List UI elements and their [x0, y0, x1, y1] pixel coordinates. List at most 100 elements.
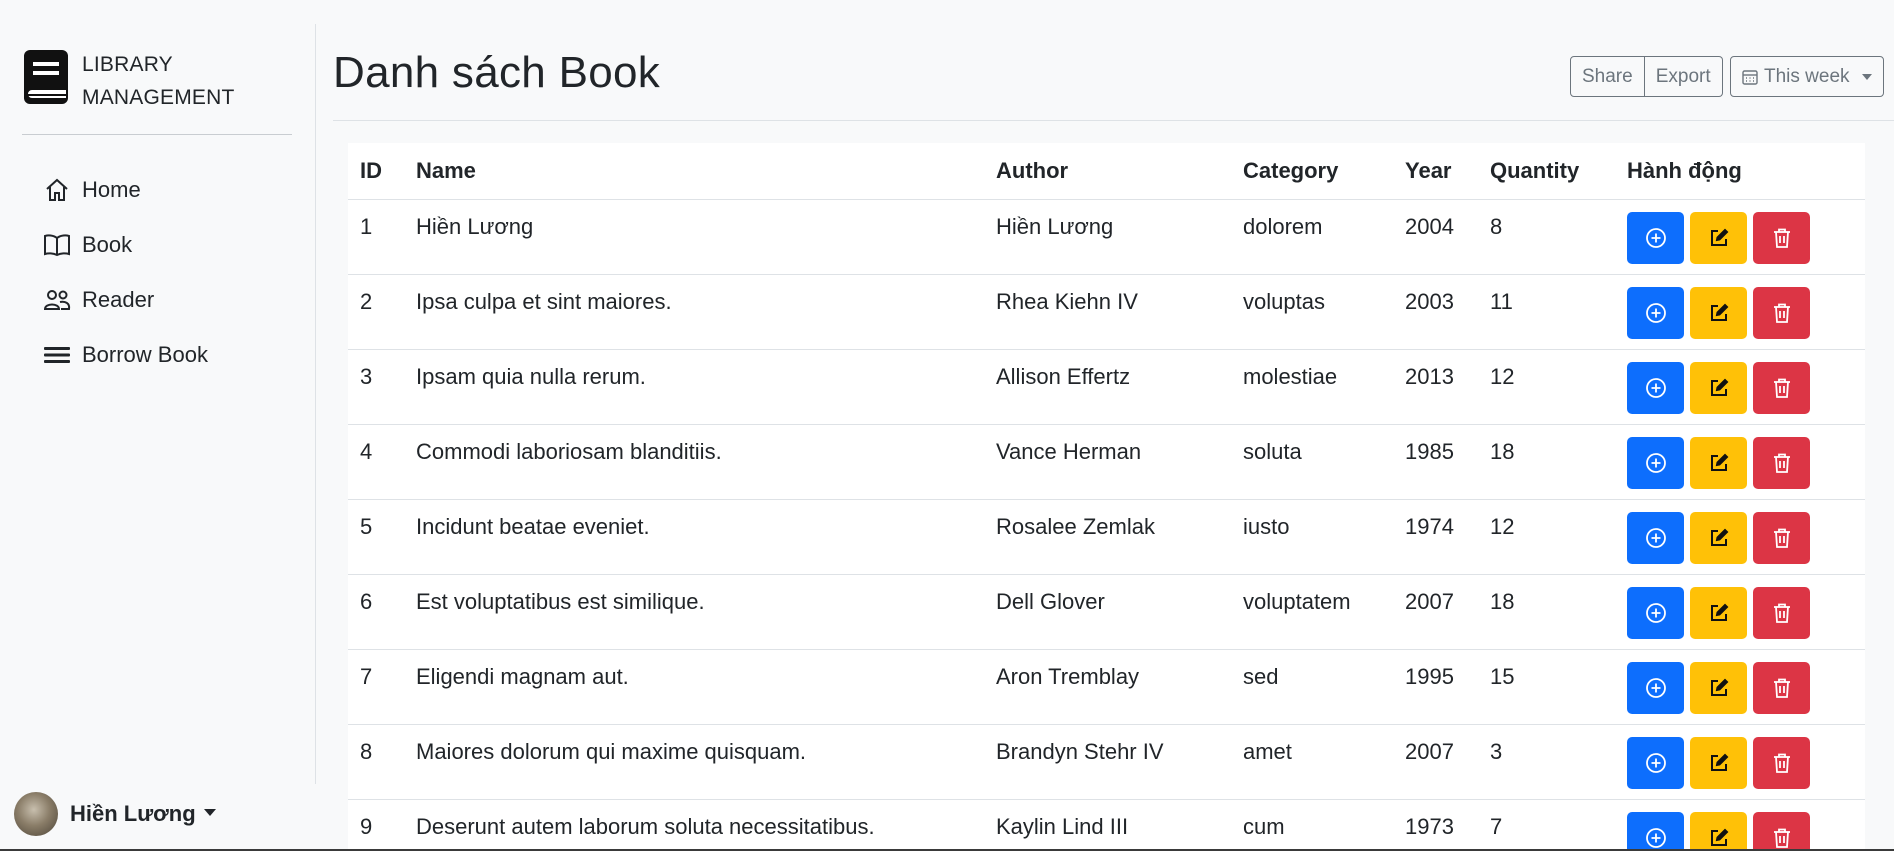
avatar	[14, 792, 58, 836]
delete-button[interactable]	[1753, 211, 1810, 264]
cell-actions	[1615, 574, 1865, 650]
sidebar-border	[315, 24, 316, 784]
period-label: This week	[1764, 65, 1850, 87]
cell-author: Aron Tremblay	[984, 649, 1231, 725]
trash-icon	[1773, 228, 1790, 248]
cell-year: 2007	[1393, 724, 1478, 800]
plus-circle-icon	[1645, 302, 1666, 323]
add-button[interactable]	[1627, 736, 1684, 789]
delete-button[interactable]	[1753, 661, 1810, 714]
header-actions: Hành động	[1615, 143, 1865, 200]
people-icon	[42, 286, 72, 314]
list-icon	[42, 341, 72, 369]
add-button[interactable]	[1627, 211, 1684, 264]
table-row: 8 Maiores dolorum qui maxime quisquam. B…	[348, 724, 1865, 800]
delete-button[interactable]	[1753, 286, 1810, 339]
edit-button[interactable]	[1690, 511, 1747, 564]
plus-circle-icon	[1645, 752, 1666, 773]
add-button[interactable]	[1627, 436, 1684, 489]
table-row: 4 Commodi laboriosam blanditiis. Vance H…	[348, 424, 1865, 500]
cell-name: Commodi laboriosam blanditiis.	[404, 424, 984, 500]
edit-button[interactable]	[1690, 661, 1747, 714]
cell-actions	[1615, 799, 1865, 851]
add-button[interactable]	[1627, 661, 1684, 714]
row-actions	[1627, 436, 1853, 489]
delete-button[interactable]	[1753, 586, 1810, 639]
export-button[interactable]: Export	[1644, 56, 1723, 97]
table-row: 7 Eligendi magnam aut. Aron Tremblay sed…	[348, 649, 1865, 725]
header-quantity: Quantity	[1478, 143, 1615, 200]
cell-quantity: 3	[1478, 724, 1615, 800]
row-actions	[1627, 736, 1853, 789]
period-dropdown[interactable]: This week	[1730, 56, 1884, 97]
cell-name: Est voluptatibus est similique.	[404, 574, 984, 650]
table-row: 9 Deserunt autem laborum soluta necessit…	[348, 799, 1865, 851]
add-button[interactable]	[1627, 361, 1684, 414]
cell-year: 1985	[1393, 424, 1478, 500]
add-button[interactable]	[1627, 811, 1684, 851]
edit-button[interactable]	[1690, 586, 1747, 639]
cell-name: Ipsa culpa et sint maiores.	[404, 274, 984, 350]
cell-category: molestiae	[1231, 349, 1393, 425]
delete-button[interactable]	[1753, 811, 1810, 851]
add-button[interactable]	[1627, 586, 1684, 639]
cell-category: amet	[1231, 724, 1393, 800]
cell-author: Vance Herman	[984, 424, 1231, 500]
pencil-square-icon	[1710, 678, 1728, 696]
pencil-square-icon	[1710, 378, 1728, 396]
edit-button[interactable]	[1690, 811, 1747, 851]
add-button[interactable]	[1627, 286, 1684, 339]
sidebar-item-book[interactable]: Book	[42, 217, 208, 272]
table-row: 2 Ipsa culpa et sint maiores. Rhea Kiehn…	[348, 274, 1865, 350]
pencil-square-icon	[1710, 828, 1728, 846]
cell-actions	[1615, 349, 1865, 425]
cell-id: 7	[348, 649, 404, 725]
cell-id: 1	[348, 199, 404, 275]
cell-author: Rhea Kiehn IV	[984, 274, 1231, 350]
sidebar-item-borrow-book[interactable]: Borrow Book	[42, 327, 208, 382]
sidebar-item-reader[interactable]: Reader	[42, 272, 208, 327]
table-header-row: ID Name Author Category Year Quantity Hà…	[348, 143, 1865, 200]
cell-category: dolorem	[1231, 199, 1393, 275]
plus-circle-icon	[1645, 827, 1666, 848]
delete-button[interactable]	[1753, 436, 1810, 489]
trash-icon	[1773, 303, 1790, 323]
cell-actions	[1615, 724, 1865, 800]
brand-link[interactable]: LIBRARY MANAGEMENT	[22, 48, 235, 114]
user-menu[interactable]: Hiền Lương	[14, 792, 216, 836]
row-actions	[1627, 286, 1853, 339]
cell-category: voluptatem	[1231, 574, 1393, 650]
sidebar-item-label: Borrow Book	[82, 341, 208, 367]
row-actions	[1627, 511, 1853, 564]
cell-category: iusto	[1231, 499, 1393, 575]
sidebar-item-home[interactable]: Home	[42, 162, 208, 217]
row-actions	[1627, 361, 1853, 414]
cell-author: Dell Glover	[984, 574, 1231, 650]
add-button[interactable]	[1627, 511, 1684, 564]
cell-name: Ipsam quia nulla rerum.	[404, 349, 984, 425]
cell-id: 9	[348, 799, 404, 851]
cell-year: 1974	[1393, 499, 1478, 575]
edit-button[interactable]	[1690, 211, 1747, 264]
cell-author: Rosalee Zemlak	[984, 499, 1231, 575]
cell-category: sed	[1231, 649, 1393, 725]
sidebar-item-label: Home	[82, 176, 141, 202]
books-table: ID Name Author Category Year Quantity Hà…	[348, 143, 1865, 851]
edit-button[interactable]	[1690, 286, 1747, 339]
edit-button[interactable]	[1690, 436, 1747, 489]
delete-button[interactable]	[1753, 511, 1810, 564]
delete-button[interactable]	[1753, 361, 1810, 414]
table-body: 1 Hiền Lương Hiền Lương dolorem 2004 8 2…	[348, 199, 1865, 851]
cell-year: 1995	[1393, 649, 1478, 725]
chevron-down-icon	[1861, 73, 1872, 80]
cell-id: 4	[348, 424, 404, 500]
trash-icon	[1773, 453, 1790, 473]
delete-button[interactable]	[1753, 736, 1810, 789]
share-button[interactable]: Share	[1570, 56, 1645, 97]
edit-button[interactable]	[1690, 736, 1747, 789]
edit-button[interactable]	[1690, 361, 1747, 414]
plus-circle-icon	[1645, 677, 1666, 698]
cell-actions	[1615, 199, 1865, 275]
book-icon	[24, 50, 68, 104]
cell-quantity: 18	[1478, 424, 1615, 500]
